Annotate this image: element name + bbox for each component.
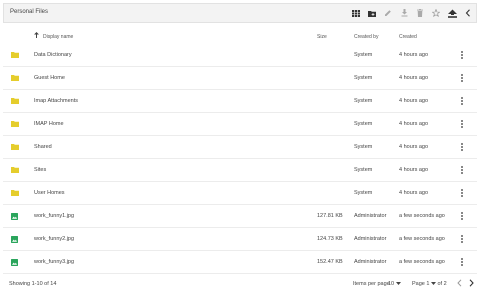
table-row[interactable]: User Homes System 4 hours ago — [3, 182, 477, 205]
more-vert-icon[interactable] — [459, 234, 465, 244]
table-row[interactable]: Data Dictionary System 4 hours ago — [3, 44, 477, 67]
file-name[interactable]: User Homes — [34, 190, 65, 196]
file-size: 127.81 KB — [317, 213, 343, 219]
created-time: 4 hours ago — [399, 167, 429, 173]
upload-icon[interactable] — [444, 4, 460, 22]
page-select[interactable]: Page 1 of 2 — [412, 281, 447, 287]
file-name[interactable]: work_funny1.jpg — [34, 213, 74, 219]
created-by: System — [354, 121, 373, 127]
page-label: Page 1 — [412, 281, 430, 287]
created-time: 4 hours ago — [399, 75, 429, 81]
created-by: System — [354, 75, 373, 81]
folder-icon — [11, 75, 19, 83]
table-row[interactable]: Sites System 4 hours ago — [3, 159, 477, 182]
table-row[interactable]: work_funny2.jpg 124.73 KB Administrator … — [3, 228, 477, 251]
created-time: 4 hours ago — [399, 121, 429, 127]
more-vert-icon[interactable] — [459, 96, 465, 106]
created-by: Administrator — [354, 259, 387, 265]
more-vert-icon[interactable] — [459, 257, 465, 267]
created-time: a few seconds ago — [399, 259, 445, 265]
more-vert-icon[interactable] — [459, 188, 465, 198]
created-by: System — [354, 167, 373, 173]
previous-page-button[interactable] — [457, 279, 462, 289]
created-by: Administrator — [354, 236, 387, 242]
image-file-icon — [11, 236, 18, 245]
created-by: Administrator — [354, 213, 387, 219]
items-per-page-label: Items per page — [353, 281, 390, 287]
image-file-icon — [11, 213, 18, 222]
created-time: a few seconds ago — [399, 213, 445, 219]
folder-icon — [11, 190, 19, 198]
folder-icon — [11, 98, 19, 106]
arrow-up-icon[interactable] — [34, 32, 39, 40]
more-vert-icon[interactable] — [459, 50, 465, 60]
next-page-button[interactable] — [469, 279, 474, 289]
created-by: System — [354, 52, 373, 58]
file-name[interactable]: IMAP Home — [34, 121, 64, 127]
folder-icon — [11, 52, 19, 60]
column-header-display-name[interactable]: Display name — [43, 34, 73, 40]
created-time: 4 hours ago — [399, 98, 429, 104]
more-vert-icon[interactable] — [459, 73, 465, 83]
column-header-created-by[interactable]: Created by — [354, 34, 378, 40]
more-vert-icon[interactable] — [459, 165, 465, 175]
table-row[interactable]: Imap Attachments System 4 hours ago — [3, 90, 477, 113]
breadcrumb-title: Personal Files — [10, 9, 49, 15]
download-icon[interactable] — [396, 4, 412, 22]
pagination-bar: Showing 1-10 of 14 Items per page 10 Pag… — [3, 277, 477, 291]
created-time: 4 hours ago — [399, 52, 429, 58]
folder-icon — [11, 167, 19, 175]
favorite-icon[interactable] — [428, 4, 444, 22]
items-per-page-value: 10 — [388, 281, 395, 287]
file-name[interactable]: Shared — [34, 144, 52, 150]
file-name[interactable]: Imap Attachments — [34, 98, 78, 104]
table-row[interactable]: work_funny1.jpg 127.81 KB Administrator … — [3, 205, 477, 228]
created-by: System — [354, 190, 373, 196]
column-header-size[interactable]: Size — [317, 34, 327, 40]
file-list: Data Dictionary System 4 hours ago Guest… — [3, 44, 477, 274]
created-by: System — [354, 144, 373, 150]
table-header: Display name Size Created by Created — [3, 32, 477, 42]
table-row[interactable]: IMAP Home System 4 hours ago — [3, 113, 477, 136]
table-row[interactable]: Guest Home System 4 hours ago — [3, 67, 477, 90]
toolbar: Personal Files — [3, 3, 477, 23]
file-size: 152.47 KB — [317, 259, 343, 265]
page-of-label: of 2 — [437, 281, 447, 287]
file-size: 124.73 KB — [317, 236, 343, 242]
items-per-page-select[interactable]: 10 — [388, 281, 401, 287]
chevron-down-icon — [395, 281, 401, 287]
file-name[interactable]: Guest Home — [34, 75, 65, 81]
file-name[interactable]: work_funny3.jpg — [34, 259, 74, 265]
file-name[interactable]: Data Dictionary — [34, 52, 72, 58]
chevron-left-icon[interactable] — [460, 4, 476, 22]
file-name[interactable]: Sites — [34, 167, 46, 173]
range-label: Showing 1-10 of 14 — [9, 281, 57, 287]
created-by: System — [354, 98, 373, 104]
more-vert-icon[interactable] — [459, 119, 465, 129]
column-header-created[interactable]: Created — [399, 34, 417, 40]
created-time: 4 hours ago — [399, 190, 429, 196]
toolbar-actions — [348, 4, 476, 22]
created-time: 4 hours ago — [399, 144, 429, 150]
folder-icon — [11, 121, 19, 129]
edit-icon[interactable] — [380, 4, 396, 22]
delete-icon[interactable] — [412, 4, 428, 22]
folder-icon — [11, 144, 19, 152]
file-name[interactable]: work_funny2.jpg — [34, 236, 74, 242]
chevron-down-icon — [430, 281, 436, 287]
grid-icon[interactable] — [348, 4, 364, 22]
created-time: a few seconds ago — [399, 236, 445, 242]
new-folder-icon[interactable] — [364, 4, 380, 22]
more-vert-icon[interactable] — [459, 211, 465, 221]
table-row[interactable]: work_funny3.jpg 152.47 KB Administrator … — [3, 251, 477, 274]
table-row[interactable]: Shared System 4 hours ago — [3, 136, 477, 159]
more-vert-icon[interactable] — [459, 142, 465, 152]
image-file-icon — [11, 259, 18, 268]
